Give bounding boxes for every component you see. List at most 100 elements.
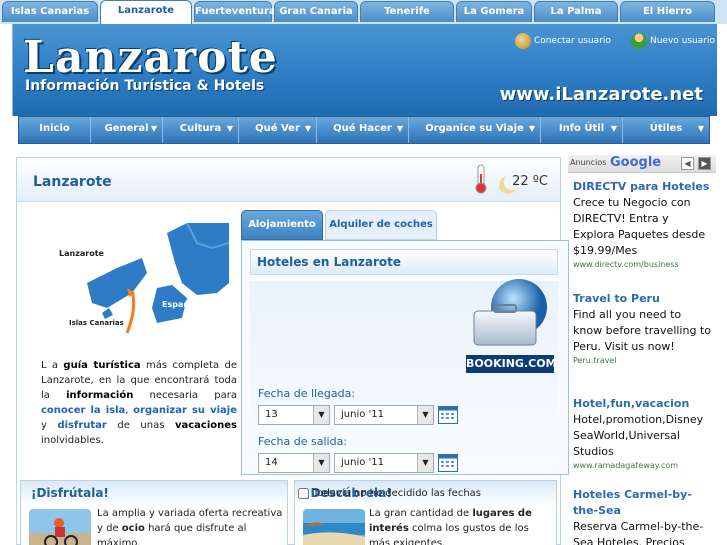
enjoy-bold: ocio [121, 523, 145, 534]
chevron-down-icon: ▼ [610, 124, 617, 133]
checkin-label: Fecha de llegada: [258, 387, 356, 400]
ad-text: Find all you need to know before travell… [573, 308, 711, 353]
booking-logo: BOOKING.COM [466, 355, 557, 373]
intro-bold: vacaciones [174, 420, 237, 431]
chevron-down-icon: ▼ [417, 454, 433, 472]
site-url: www.iLanzarote.net [499, 84, 703, 105]
chevron-down-icon: ▼ [417, 406, 433, 424]
ad-url[interactable]: Peru.travel [573, 355, 713, 367]
google-logo: Google [610, 155, 662, 170]
intro-text-part: necesaria para [133, 390, 237, 401]
nav-utiles[interactable]: Útiles ▼ [623, 117, 709, 143]
chevron-right-icon[interactable]: ▶ [698, 157, 711, 170]
chevron-down-icon: ▼ [528, 124, 535, 133]
select-value: 14 [265, 457, 278, 468]
location-map: Lanzarote España Islas Canarias [47, 223, 229, 348]
nav-info-util[interactable]: Info Útil ▼ [541, 117, 623, 143]
link-disfrutar[interactable]: disfrutar [57, 420, 106, 431]
ad-item[interactable]: DIRECTV para Hoteles Crece tu Negocio co… [573, 179, 713, 271]
nav-label: Inicio [39, 123, 70, 134]
island-tabs: Islas Canarias Lanzarote Fuerteventura G… [0, 0, 727, 24]
chevron-down-icon: ▼ [150, 124, 157, 133]
ad-item[interactable]: Hoteles Carmel-by-the-Sea Reserva Carmel… [573, 487, 713, 545]
island-tab-la-palma[interactable]: La Palma [534, 1, 618, 22]
hotel-search-widget: Hoteles en Lanzarote BOOKING.COM Fecha d… [241, 240, 569, 475]
intro-text-part: y [41, 420, 58, 431]
link-conocer-la-isla[interactable]: conocer la isla [41, 405, 125, 416]
site-logo-subtitle: Información Turística & Hotels [25, 78, 265, 94]
new-user-link[interactable]: Nuevo usuario [631, 33, 715, 49]
ad-title[interactable]: Hotel,fun,vacacion [573, 396, 713, 412]
tab-alojamiento[interactable]: Alojamiento [241, 210, 323, 240]
ads-label: Anuncios [570, 158, 607, 167]
ad-item[interactable]: Travel to Peru Find all you need to know… [573, 291, 713, 367]
ad-text: Reserva Carmel-by-the-Sea Hoteles. Preci… [573, 520, 704, 545]
ad-url[interactable]: www.directv.com/business [573, 259, 713, 271]
user-icon [631, 33, 647, 49]
checkin-month-select[interactable]: junio '11 ▼ [334, 405, 434, 425]
ad-text: Crece tu Negocio con DIRECTV! Entra y Ex… [573, 196, 706, 257]
globe-suitcase-icon [473, 279, 547, 346]
nav-label: Útiles [649, 123, 683, 134]
ads-sidebar: Anuncios Google ◀ ▶ DIRECTV para Hoteles… [568, 155, 716, 545]
map-label-espana: España [162, 300, 194, 309]
keys-icon [515, 33, 531, 49]
login-link[interactable]: Conectar usuario [515, 33, 611, 49]
ad-item[interactable]: Hotel,fun,vacacion Hotel,promotion,Disne… [573, 396, 713, 472]
island-tab-islas-canarias[interactable]: Islas Canarias [2, 1, 98, 22]
nav-que-hacer[interactable]: Qué Hacer ▼ [317, 117, 409, 143]
island-tab-el-hierro[interactable]: El Hierro [620, 1, 715, 22]
enjoy-text: La amplia y variada oferta recreativa y … [97, 506, 283, 545]
chevron-down-icon: ▼ [396, 124, 403, 133]
map-label-islas-canarias: Islas Canarias [69, 319, 124, 327]
island-tab-tenerife[interactable]: Tenerife [360, 1, 454, 22]
map-label-lanzarote: Lanzarote [59, 249, 105, 258]
nav-organice-su-viaje[interactable]: Organice su Viaje ▼ [409, 117, 541, 143]
intro-text: L a guía turística más completa de Lanza… [41, 358, 237, 448]
intro-text-part: L a [41, 360, 64, 371]
chevron-down-icon: ▼ [697, 124, 704, 133]
chevron-down-icon: ▼ [304, 124, 311, 133]
enjoy-title[interactable]: ¡Disfrútala! [21, 481, 287, 505]
no-dates-checkbox[interactable] [298, 488, 309, 499]
intro-text-part: inolvidables. [41, 435, 104, 446]
checkout-day-select[interactable]: 14 ▼ [258, 453, 330, 473]
nav-que-ver[interactable]: Qué Ver ▼ [239, 117, 317, 143]
island-tab-gran-canaria[interactable]: Gran Canaria [274, 1, 358, 22]
discover-text: La gran cantidad de lugares de interés c… [369, 506, 553, 545]
nav-inicio[interactable]: Inicio [19, 117, 91, 143]
chevron-left-icon[interactable]: ◀ [681, 157, 694, 170]
intro-bold: guía turística [63, 360, 141, 371]
nav-label: Qué Ver [255, 123, 300, 134]
intro-text-part: de unas [106, 420, 175, 431]
chevron-down-icon: ▼ [313, 454, 329, 472]
checkin-day-select[interactable]: 13 ▼ [258, 405, 330, 425]
island-tab-lanzarote[interactable]: Lanzarote [100, 0, 192, 24]
nav-label: Info Útil [558, 123, 605, 134]
chevron-down-icon: ▼ [226, 124, 233, 133]
site-logo-title[interactable]: Lanzarote [23, 32, 278, 83]
checkout-month-select[interactable]: junio '11 ▼ [334, 453, 434, 473]
ad-title[interactable]: DIRECTV para Hoteles [573, 179, 713, 195]
island-tab-fuerteventura[interactable]: Fuerteventura [194, 1, 276, 22]
page-header: Lanzarote 22 ºC [17, 158, 560, 202]
calendar-icon[interactable] [438, 406, 458, 424]
nav-general[interactable]: General ▼ [91, 117, 163, 143]
nav-label: General [104, 123, 149, 134]
discover-text-part: La gran cantidad de [369, 508, 473, 519]
ad-url[interactable]: www.ramadagateway.com [573, 460, 713, 472]
beach-photo [303, 509, 365, 545]
ad-title[interactable]: Travel to Peru [573, 291, 713, 307]
ad-text: Hotel,promotion,Disney SeaWorld,Universa… [573, 413, 704, 458]
calendar-icon[interactable] [438, 454, 458, 472]
ad-title[interactable]: Hoteles Carmel-by-the-Sea [573, 487, 713, 519]
island-tab-la-gomera[interactable]: La Gomera [456, 1, 532, 22]
tab-alquiler-de-coches[interactable]: Alquiler de coches [325, 210, 437, 240]
login-label: Conectar usuario [534, 36, 611, 46]
select-value: junio '11 [341, 457, 385, 468]
nav-label: Cultura [179, 123, 222, 134]
ads-bar: Anuncios Google ◀ ▶ [568, 155, 716, 173]
nav-cultura[interactable]: Cultura ▼ [163, 117, 239, 143]
select-value: 13 [265, 409, 278, 420]
link-organizar-su-viaje[interactable]: organizar su viaje [133, 405, 237, 416]
